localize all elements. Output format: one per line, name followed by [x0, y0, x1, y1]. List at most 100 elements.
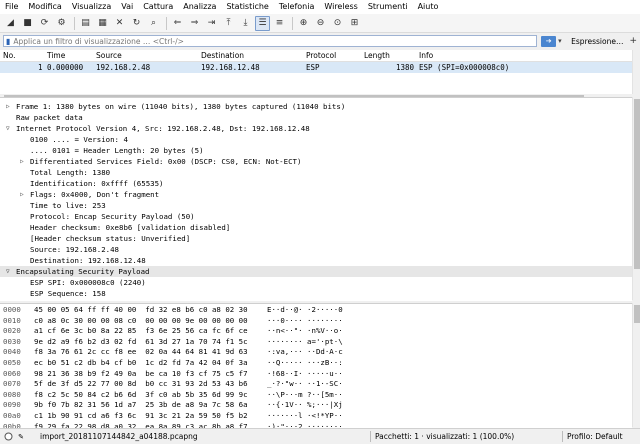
- detail-line[interactable]: [Header checksum status: Unverified]: [30, 233, 190, 244]
- bytes-scroll-thumb[interactable]: [634, 305, 640, 323]
- detail-line[interactable]: Encapsulating Security Payload: [0, 266, 632, 277]
- close-file-icon[interactable]: ✕: [112, 16, 127, 31]
- column-info[interactable]: Info: [419, 50, 433, 61]
- toolbar-separator: [292, 16, 293, 30]
- column-length[interactable]: Length: [364, 50, 390, 61]
- save-icon[interactable]: ▦: [95, 16, 110, 31]
- detail-text: Header checksum: 0xe8b6 [validation disa…: [30, 223, 231, 232]
- bytes-ascii: ··\P···m ?··[5m··: [267, 389, 343, 399]
- detail-line[interactable]: Identification: 0xffff (65535): [30, 178, 164, 189]
- detail-line[interactable]: Protocol: Encap Security Payload (50): [30, 211, 195, 222]
- menu-analizza[interactable]: Analizza: [178, 0, 221, 14]
- bytes-hex: 98 21 36 38 b9 f2 49 0a be ca 10 f3 cf 7…: [34, 368, 248, 378]
- menu-modifica[interactable]: Modifica: [23, 0, 66, 14]
- detail-line[interactable]: Raw packet data: [16, 112, 83, 123]
- detail-line[interactable]: 0100 .... = Version: 4: [30, 134, 128, 145]
- last-packet-icon[interactable]: ⤓: [238, 16, 253, 31]
- packet-row[interactable]: 1 0.000000 192.168.2.48 192.168.12.48 ES…: [0, 62, 632, 73]
- tree-expanded-icon[interactable]: ▽: [6, 266, 10, 277]
- detail-line[interactable]: Header checksum: 0xe8b6 [validation disa…: [30, 222, 230, 233]
- menu-strumenti[interactable]: Strumenti: [363, 0, 413, 14]
- stop-icon[interactable]: ■: [20, 16, 35, 31]
- normal-size-icon[interactable]: ⊙: [330, 16, 345, 31]
- restart-icon[interactable]: ⟳: [37, 16, 52, 31]
- detail-text: Source: 192.168.2.48: [30, 245, 119, 254]
- bytes-hex: 9b f0 7b 82 31 56 1d a7 25 3b de a8 9a 7…: [34, 400, 248, 410]
- menu-wireless[interactable]: Wireless: [319, 0, 362, 14]
- add-filter-button[interactable]: +: [629, 36, 637, 46]
- shark-fin-icon[interactable]: ◢: [3, 16, 18, 31]
- menu-aiuto[interactable]: Aiuto: [413, 0, 444, 14]
- display-filter-bar: ▮ Applica un filtro di visualizzazione ……: [0, 33, 640, 49]
- detail-line[interactable]: ESP SPI: 0x000008c0 (2240): [30, 277, 146, 288]
- edit-comment-icon[interactable]: ✎: [16, 432, 26, 442]
- detail-line[interactable]: Source: 192.168.2.48: [30, 244, 119, 255]
- filter-history-dropdown[interactable]: ▾: [558, 37, 566, 45]
- forward-arrow-icon[interactable]: ⇒: [187, 16, 202, 31]
- detail-line[interactable]: Time to live: 253: [30, 200, 106, 211]
- menu-vai[interactable]: Vai: [116, 0, 138, 14]
- column-no[interactable]: No.: [3, 50, 15, 61]
- find-icon[interactable]: ⌕: [146, 16, 161, 31]
- column-time[interactable]: Time: [47, 50, 65, 61]
- detail-line[interactable]: Differentiated Services Field: 0x00 (DSC…: [30, 156, 301, 167]
- detail-line[interactable]: Flags: 0x4000, Don't fragment: [30, 189, 159, 200]
- options-gear-icon[interactable]: ⚙: [54, 16, 69, 31]
- column-source[interactable]: Source: [96, 50, 122, 61]
- tree-collapsed-icon[interactable]: ▷: [20, 156, 24, 167]
- tree-collapsed-icon[interactable]: ▷: [20, 189, 24, 200]
- menu-cattura[interactable]: Cattura: [138, 0, 178, 14]
- bytes-ascii: ·······l ·<!*YP··: [267, 411, 343, 420]
- display-filter-input[interactable]: ▮ Applica un filtro di visualizzazione ……: [3, 35, 538, 47]
- details-scrollbar[interactable]: [632, 97, 640, 300]
- detail-line[interactable]: Total Length: 1380: [30, 167, 110, 178]
- bytes-offset: 0050: [3, 358, 21, 367]
- details-scroll-thumb[interactable]: [634, 99, 640, 269]
- packet-count: Pacchetti: 1 · visualizzati: 1 (100.0%): [375, 432, 515, 441]
- autoscroll-icon[interactable]: ☰: [255, 15, 270, 31]
- menu-visualizza[interactable]: Visualizza: [67, 0, 116, 14]
- detail-line[interactable]: Frame 1: 1380 bytes on wire (11040 bits)…: [16, 101, 345, 112]
- bytes-offset: 0030: [3, 336, 21, 346]
- open-folder-icon[interactable]: ▤: [78, 16, 93, 31]
- detail-line[interactable]: .... 0101 = Header Length: 20 bytes (5): [30, 145, 204, 156]
- detail-text: Time to live: 253: [30, 201, 106, 210]
- profile-name[interactable]: Profilo: Default: [563, 432, 623, 441]
- zoom-in-icon[interactable]: ⊕: [296, 16, 311, 31]
- detail-text: Encapsulating Security Payload: [16, 267, 150, 276]
- reload-icon[interactable]: ↻: [129, 16, 144, 31]
- detail-line[interactable]: ESP Sequence: 158: [30, 288, 106, 299]
- packet-list-scrollbar[interactable]: [632, 50, 640, 94]
- colorize-icon[interactable]: ≡: [272, 16, 287, 31]
- first-packet-icon[interactable]: ⤒: [221, 16, 236, 31]
- tree-expanded-icon[interactable]: ▽: [6, 123, 10, 134]
- apply-filter-button[interactable]: ➔: [541, 35, 557, 47]
- menu-file[interactable]: File: [0, 0, 23, 14]
- packet-list-header: No. Time Source Destination Protocol Len…: [0, 50, 632, 62]
- tree-collapsed-icon[interactable]: ▷: [6, 101, 10, 112]
- packet-details-pane: Frame 1: 1380 bytes on wire (11040 bits)…: [0, 97, 632, 301]
- goto-packet-icon[interactable]: ⇥: [204, 16, 219, 31]
- zoom-out-icon[interactable]: ⊖: [313, 16, 328, 31]
- bytes-ascii: ··n<··"· ·n%V··o·: [267, 326, 343, 336]
- bookmark-icon[interactable]: ▮: [6, 37, 10, 46]
- menu-statistiche[interactable]: Statistiche: [221, 0, 273, 14]
- back-arrow-icon[interactable]: ⇐: [170, 16, 185, 31]
- expression-button[interactable]: Espressione…: [571, 37, 623, 46]
- column-protocol[interactable]: Protocol: [306, 50, 336, 61]
- toolbar-separator: [74, 16, 75, 30]
- expert-info-icon[interactable]: [3, 432, 13, 442]
- bytes-offset: 0020: [3, 326, 21, 336]
- menu-telefonia[interactable]: Telefonia: [274, 0, 320, 14]
- status-bar: ✎ import_20181107144842_a04188.pcapng Pa…: [0, 428, 640, 444]
- packet-bytes-pane: 0000 45 00 05 64 ff ff 40 00 fd 32 e8 b6 …: [0, 303, 632, 428]
- arrow-right-icon: ➔: [545, 37, 552, 45]
- detail-line[interactable]: Destination: 192.168.12.48: [30, 255, 146, 266]
- bytes-scrollbar[interactable]: [632, 303, 640, 427]
- detail-line[interactable]: Internet Protocol Version 4, Src: 192.16…: [16, 123, 310, 134]
- bytes-offset: 0040: [3, 347, 21, 357]
- bytes-offset: 0060: [3, 368, 21, 378]
- column-destination[interactable]: Destination: [201, 50, 244, 61]
- resize-columns-icon[interactable]: ⊞: [347, 16, 362, 31]
- detail-text: ESP SPI: 0x000008c0 (2240): [30, 278, 146, 287]
